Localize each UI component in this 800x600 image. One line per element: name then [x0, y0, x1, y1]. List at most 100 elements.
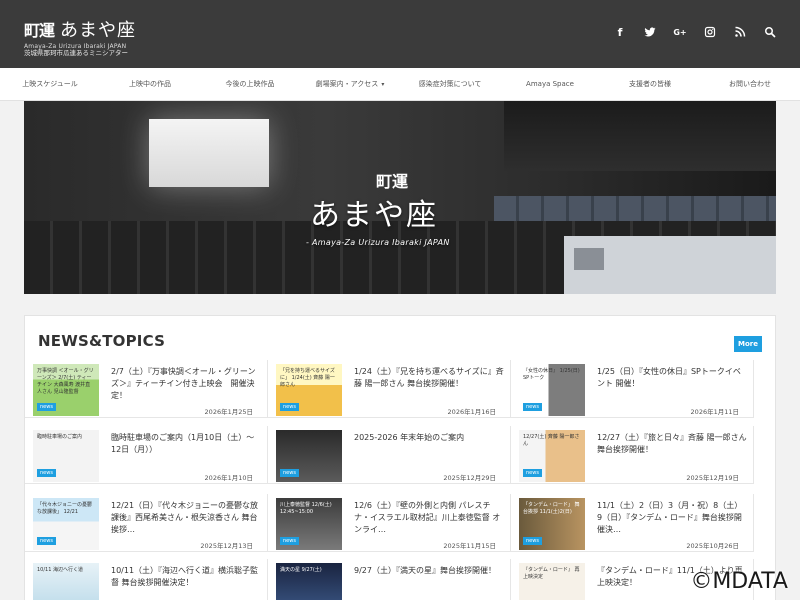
news-title: 2/7（土）『万事快調＜オール・グリーンズ＞』ティーチイン付き上映会 開催決定！	[111, 367, 256, 400]
nav-label: 感染症対策について	[418, 80, 482, 88]
thumbnail-text: 「タンデム・ロード」 舞台挨拶 11/1(土)2(日)	[523, 502, 580, 515]
nav-item-now-showing[interactable]: 上映中の作品	[100, 68, 200, 100]
chevron-down-icon: ▾	[381, 81, 385, 88]
hero-ceiling	[504, 101, 776, 171]
news-card[interactable]: 川上泰徳監督 12/6(土) 12:45~15:00 news 12/6（土）『…	[268, 494, 511, 552]
rss-icon[interactable]	[734, 26, 746, 38]
news-card[interactable]: 『タンデム・ロード』 再上映決定 『タンデム・ロード』11/1（土）より再上映決…	[511, 559, 754, 600]
news-date: 2026年1月16日	[447, 408, 496, 416]
nav-label: 上映スケジュール	[22, 80, 78, 88]
news-thumbnail: 「タンデム・ロード」 舞台挨拶 11/1(土)2(日) news	[519, 498, 585, 550]
news-date: 2025年12月29日	[443, 474, 496, 482]
news-heading: NEWS&TOPICS	[38, 332, 166, 350]
logo-mark: 町運	[24, 21, 55, 40]
nav-item-coming-soon[interactable]: 今後の上映作品	[200, 68, 300, 100]
news-thumbnail: news	[276, 430, 342, 482]
news-thumbnail: 川上泰徳監督 12/6(土) 12:45~15:00 news	[276, 498, 342, 550]
nav-label: 劇場案内・アクセス	[315, 80, 379, 88]
news-date: 2025年12月13日	[200, 542, 253, 550]
news-title: 12/6（土）『壁の外側と内側 パレスチナ・イスラエル取材記』川上泰徳監督 オン…	[354, 501, 501, 534]
nav-label: お問い合わせ	[729, 80, 771, 88]
news-card[interactable]: 万事快調 ＜オール・グリーンズ＞ 2/7(土) ティーチイン 大森風寿 渡井直人…	[25, 360, 268, 418]
news-date: 2025年12月19日	[686, 474, 739, 482]
google-plus-icon[interactable]: G+	[673, 26, 686, 38]
news-date: 2026年1月25日	[204, 408, 253, 416]
news-tag: news	[280, 537, 299, 545]
news-tag: news	[37, 403, 56, 411]
nav-item-amaya-space[interactable]: Amaya Space	[500, 68, 600, 100]
main-nav: 上映スケジュール 上映中の作品 今後の上映作品 劇場案内・アクセス ▾ 感染症対策…	[0, 68, 800, 101]
news-card[interactable]: 「タンデム・ロード」 舞台挨拶 11/1(土)2(日) news 11/1（土）…	[511, 494, 754, 552]
nav-label: 支援者の皆様	[629, 80, 671, 88]
news-card[interactable]: 『女性の休日』 1/25(日) SPトーク news 1/25（日）『女性の休日…	[511, 360, 754, 418]
instagram-icon[interactable]	[704, 26, 716, 38]
thumbnail-text: 満天の星 9/27(土)	[280, 567, 322, 573]
news-tag: news	[37, 537, 56, 545]
thumbnail-text: 川上泰徳監督 12/6(土) 12:45~15:00	[280, 502, 332, 515]
news-date: 2025年11月15日	[443, 542, 496, 550]
thumbnail-text: 12/27(土) 斉藤 陽一郎さん	[523, 434, 580, 447]
logo-name: あまや座	[60, 20, 137, 41]
news-thumbnail: 「兄を持ち運べるサイズに」 1/24(土) 斉藤 陽一郎さん news	[276, 364, 342, 416]
news-title: 12/27（土）『旅と日々』斉藤 陽一郎さん 舞台挨拶開催！	[597, 433, 747, 454]
news-tag: news	[37, 469, 56, 477]
news-title: 9/27（土）『満天の星』舞台挨拶開催！	[354, 566, 496, 575]
hero-logo-mark: 町運	[376, 172, 409, 191]
news-thumbnail: 満天の星 9/27(土)	[276, 563, 342, 600]
news-section: NEWS&TOPICS More 万事快調 ＜オール・グリーンズ＞ 2/7(土)…	[24, 315, 776, 600]
facebook-icon[interactable]: f	[614, 26, 626, 39]
news-title: 1/25（日）『女性の休日』SPトークイベント 開催！	[597, 367, 741, 388]
news-date: 2025年10月26日	[686, 542, 739, 550]
hero-title: あまや座	[310, 198, 438, 233]
news-title: 12/21（日）『代々木ジョニーの憂鬱な放課後』西尾希美さん・根矢涼香さん 舞台…	[111, 501, 259, 534]
news-thumbnail: 「代々木ジョニーの憂鬱な放課後」 12/21 news	[33, 498, 99, 550]
site-logo[interactable]: 町運 あまや座 Amaya-Za Urizura Ibaraki JAPAN	[24, 16, 136, 50]
nav-item-schedule[interactable]: 上映スケジュール	[0, 68, 100, 100]
thumbnail-text: 10/11 海辺へ行く道	[37, 567, 83, 573]
site-tagline: 茨城県那珂市瓜連あるミニシアター	[24, 49, 128, 57]
news-tag: news	[523, 469, 542, 477]
news-card[interactable]: 「兄を持ち運べるサイズに」 1/24(土) 斉藤 陽一郎さん news 1/24…	[268, 360, 511, 418]
more-button[interactable]: More	[734, 336, 762, 352]
news-card[interactable]: 「代々木ジョニーの憂鬱な放課後」 12/21 news 12/21（日）『代々木…	[25, 494, 268, 552]
thumbnail-text: 臨時駐車場のご案内	[37, 434, 83, 440]
news-title: 11/1（土）2（日）3（月・祝）8（土）9（日）『タンデム・ロード』舞台挨拶開…	[597, 501, 743, 534]
thumbnail-text: 「兄を持ち運べるサイズに」 1/24(土) 斉藤 陽一郎さん	[280, 368, 335, 388]
nav-label: 上映中の作品	[129, 80, 171, 88]
nav-label: Amaya Space	[526, 80, 574, 88]
nav-item-infection-control[interactable]: 感染症対策について	[400, 68, 500, 100]
thumbnail-text: 『タンデム・ロード』 再上映決定	[523, 567, 580, 580]
news-title: 10/11（土）『海辺へ行く道』横浜聡子監督 舞台挨拶開催決定！	[111, 566, 259, 587]
cinema-screen	[149, 119, 269, 187]
news-date: 2026年1月10日	[204, 474, 253, 482]
news-thumbnail: 『タンデム・ロード』 再上映決定	[519, 563, 585, 600]
news-card[interactable]: news 2025-2026 年末年始のご案内 2025年12月29日	[268, 426, 511, 484]
news-title: 1/24（土）『兄を持ち運べるサイズに』斉藤 陽一郎さん 舞台挨拶開催！	[354, 367, 504, 388]
news-card[interactable]: 臨時駐車場のご案内 news 臨時駐車場のご案内（1月10日（土）～12日（月）…	[25, 426, 268, 484]
news-thumbnail: 10/11 海辺へ行く道	[33, 563, 99, 600]
news-date: 2026年1月11日	[690, 408, 739, 416]
news-thumbnail: 万事快調 ＜オール・グリーンズ＞ 2/7(土) ティーチイン 大森風寿 渡井直人…	[33, 364, 99, 416]
twitter-icon[interactable]	[644, 26, 656, 38]
news-thumbnail: 『女性の休日』 1/25(日) SPトーク news	[519, 364, 585, 416]
news-tag: news	[280, 469, 299, 477]
thumbnail-text: 『女性の休日』 1/25(日) SPトーク	[523, 368, 580, 381]
news-card[interactable]: 12/27(土) 斉藤 陽一郎さん news 12/27（土）『旅と日々』斉藤 …	[511, 426, 754, 484]
news-tag: news	[523, 537, 542, 545]
site-header: 町運 あまや座 Amaya-Za Urizura Ibaraki JAPAN 茨…	[0, 0, 800, 68]
news-tag: news	[280, 403, 299, 411]
news-card[interactable]: 満天の星 9/27(土) 9/27（土）『満天の星』舞台挨拶開催！	[268, 559, 511, 600]
nav-item-supporters[interactable]: 支援者の皆様	[600, 68, 700, 100]
news-title: 臨時駐車場のご案内（1月10日（土）～12日（月））	[111, 433, 255, 454]
hero-subtitle: - Amaya-Za Urizura Ibaraki JAPAN	[306, 238, 450, 247]
news-thumbnail: 臨時駐車場のご案内 news	[33, 430, 99, 482]
thumbnail-text: 万事快調 ＜オール・グリーンズ＞ 2/7(土) ティーチイン 大森風寿 渡井直人…	[37, 368, 94, 395]
nav-item-theater-access[interactable]: 劇場案内・アクセス ▾	[300, 68, 400, 100]
news-card[interactable]: 10/11 海辺へ行く道 10/11（土）『海辺へ行く道』横浜聡子監督 舞台挨拶…	[25, 559, 268, 600]
search-icon[interactable]	[764, 26, 776, 38]
news-title: 『タンデム・ロード』11/1（土）より再上映決定！	[597, 566, 743, 587]
thumbnail-text: 「代々木ジョニーの憂鬱な放課後」 12/21	[37, 502, 93, 515]
news-title: 2025-2026 年末年始のご案内	[354, 433, 465, 442]
nav-item-contact[interactable]: お問い合わせ	[700, 68, 800, 100]
theater-building	[564, 236, 776, 294]
